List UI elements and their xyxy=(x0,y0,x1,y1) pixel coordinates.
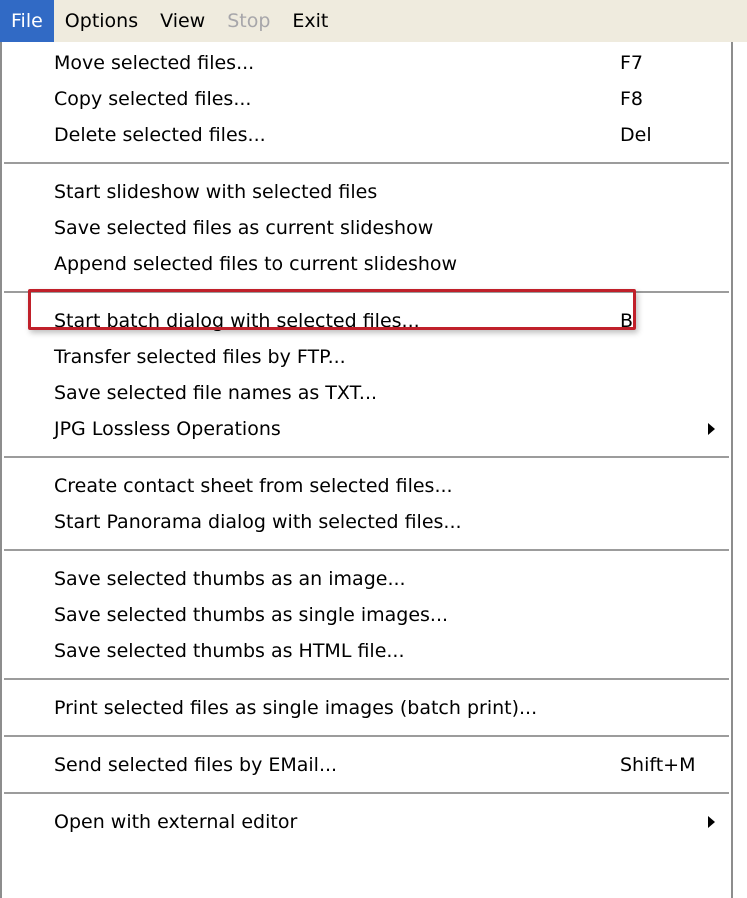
menu-separator xyxy=(4,792,729,794)
menu-separator xyxy=(4,735,729,737)
menu-item-label: Start batch dialog with selected files..… xyxy=(54,310,420,332)
menu-item-label: Send selected files by EMail... xyxy=(54,754,338,776)
menu-options[interactable]: Options xyxy=(54,0,149,42)
submenu-arrow-icon xyxy=(708,816,715,828)
menu-item-label: Append selected files to current slidesh… xyxy=(54,253,458,275)
menu-item-start-batch-dialog-with-selected-files[interactable]: Start batch dialog with selected files..… xyxy=(2,303,731,339)
menu-item-jpg-lossless-operations[interactable]: JPG Lossless Operations xyxy=(2,411,731,447)
menu-separator xyxy=(4,456,729,458)
menu-item-delete-selected-files[interactable]: Delete selected files... Del xyxy=(2,117,731,153)
menu-item-shortcut: F7 xyxy=(620,52,644,74)
menu-item-label: Create contact sheet from selected files… xyxy=(54,475,453,497)
menu-view[interactable]: View xyxy=(149,0,216,42)
menu-item-send-selected-files-by-email[interactable]: Send selected files by EMail... Shift+M xyxy=(2,747,731,783)
menu-item-label: Move selected files... xyxy=(54,52,255,74)
menu-item-label: Save selected file names as TXT... xyxy=(54,382,378,404)
menu-item-label: Save selected thumbs as single images... xyxy=(54,604,449,626)
menu-item-start-slideshow-with-selected-files[interactable]: Start slideshow with selected files xyxy=(2,174,731,210)
menu-stop: Stop xyxy=(227,10,271,32)
menu-separator xyxy=(4,291,729,293)
menu-separator xyxy=(4,678,729,680)
menu-item-shortcut: F8 xyxy=(620,88,644,110)
menu-item-copy-selected-files[interactable]: Copy selected files... F8 xyxy=(2,81,731,117)
menu-item-save-selected-thumbs-as-html-file[interactable]: Save selected thumbs as HTML file... xyxy=(2,633,731,669)
menu-item-label: Transfer selected files by FTP... xyxy=(54,346,346,368)
menu-item-shortcut: Shift+M xyxy=(620,754,696,776)
menu-item-print-selected-files-as-single-images-batch-print[interactable]: Print selected files as single images (b… xyxy=(2,690,731,726)
menu-file[interactable]: File xyxy=(0,0,54,42)
menu-item-label: Copy selected files... xyxy=(54,88,252,110)
file-dropdown-menu: Move selected files... F7 Copy selected fi… xyxy=(0,42,733,898)
menu-item-label: Save selected files as current slideshow xyxy=(54,217,434,239)
menu-item-open-with-external-editor[interactable]: Open with external editor xyxy=(2,804,731,840)
menu-item-shortcut: B xyxy=(620,310,634,332)
menu-item-save-selected-files-as-current-slideshow[interactable]: Save selected files as current slideshow xyxy=(2,210,731,246)
menu-item-shortcut: Del xyxy=(620,124,652,146)
menu-item-save-selected-thumbs-as-single-images[interactable]: Save selected thumbs as single images... xyxy=(2,597,731,633)
menu-item-move-selected-files[interactable]: Move selected files... F7 xyxy=(2,45,731,81)
menu-item-save-selected-file-names-as-txt[interactable]: Save selected file names as TXT... xyxy=(2,375,731,411)
menu-item-label: Open with external editor xyxy=(54,811,298,833)
menu-item-label: Save selected thumbs as HTML file... xyxy=(54,640,405,662)
menu-item-label: Start slideshow with selected files xyxy=(54,181,378,203)
menu-item-append-selected-files-to-current-slideshow[interactable]: Append selected files to current slidesh… xyxy=(2,246,731,282)
menu-bar: File Options View Stop Exit xyxy=(0,0,747,42)
menu-item-label: Start Panorama dialog with selected file… xyxy=(54,511,462,533)
menu-item-save-selected-thumbs-as-an-image[interactable]: Save selected thumbs as an image... xyxy=(2,561,731,597)
menu-item-label: Delete selected files... xyxy=(54,124,266,146)
menu-item-label: JPG Lossless Operations xyxy=(54,418,281,440)
menu-item-label: Save selected thumbs as an image... xyxy=(54,568,406,590)
menu-item-transfer-selected-files-by-ftp[interactable]: Transfer selected files by FTP... xyxy=(2,339,731,375)
menu-exit[interactable]: Exit xyxy=(281,0,339,42)
menu-item-create-contact-sheet-from-selected-files[interactable]: Create contact sheet from selected files… xyxy=(2,468,731,504)
menu-separator xyxy=(4,549,729,551)
menu-item-start-panorama-dialog-with-selected-files[interactable]: Start Panorama dialog with selected file… xyxy=(2,504,731,540)
menu-separator xyxy=(4,162,729,164)
menu-item-label: Print selected files as single images (b… xyxy=(54,697,538,719)
submenu-arrow-icon xyxy=(708,423,715,435)
